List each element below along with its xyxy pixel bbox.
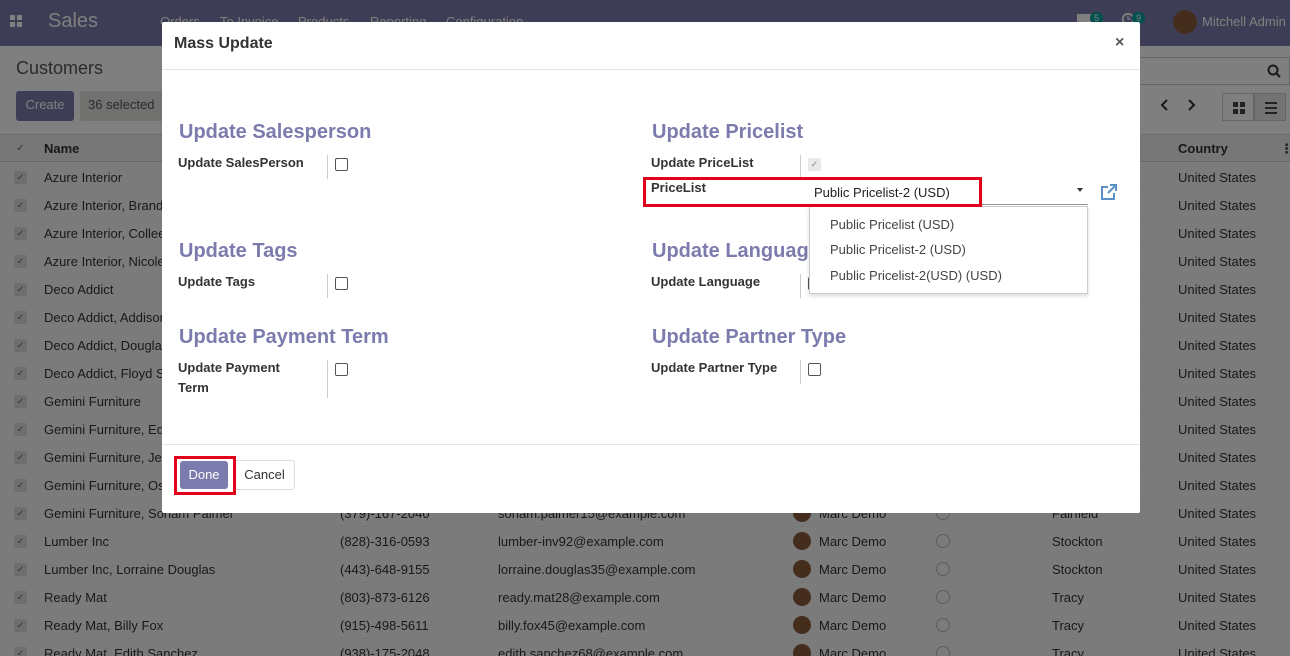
section-partner-type-title: Update Partner Type [652, 326, 847, 348]
update-pricelist-label: Update PriceList [651, 155, 754, 170]
cancel-button[interactable]: Cancel [234, 460, 295, 490]
pricelist-dropdown: Public Pricelist (USD) Public Pricelist-… [809, 206, 1088, 294]
update-payment-term-checkbox[interactable] [335, 363, 348, 376]
field-separator [327, 155, 328, 179]
close-icon[interactable]: × [1115, 34, 1124, 52]
section-pricelist-title: Update Pricelist [652, 121, 804, 143]
modal-title: Mass Update [174, 35, 273, 52]
section-tags-title: Update Tags [179, 240, 298, 262]
field-separator [800, 274, 801, 298]
section-payment-term-title: Update Payment Term [179, 326, 389, 348]
pricelist-option[interactable]: Public Pricelist-2(USD) (USD) [830, 268, 1002, 283]
field-separator [327, 360, 328, 398]
highlight-done [174, 456, 236, 495]
update-pricelist-checkbox[interactable]: ✓ [808, 158, 821, 171]
update-language-label: Update Language [651, 274, 761, 289]
pricelist-option[interactable]: Public Pricelist (USD) [830, 217, 954, 232]
chevron-down-icon [1077, 188, 1083, 192]
field-separator [800, 360, 801, 384]
section-salesperson-title: Update Salesperson [179, 121, 372, 143]
update-payment-term-label-line1: Update Payment [178, 360, 280, 375]
update-salesperson-label: Update SalesPerson [178, 155, 304, 170]
update-salesperson-checkbox[interactable] [335, 158, 348, 171]
pricelist-option[interactable]: Public Pricelist-2 (USD) [830, 242, 966, 257]
update-tags-checkbox[interactable] [335, 277, 348, 290]
update-payment-term-label: Update Payment Term [178, 358, 280, 398]
modal-footer [162, 444, 1140, 513]
mass-update-dialog: Mass Update × Update Salesperson Update … [162, 22, 1140, 513]
highlight-pricelist [643, 177, 982, 207]
update-partner-type-label: Update Partner Type [651, 360, 778, 375]
update-payment-term-label-line2: Term [178, 380, 209, 395]
external-link-icon[interactable] [1099, 182, 1119, 202]
field-separator [800, 155, 801, 179]
update-partner-type-checkbox[interactable] [808, 363, 821, 376]
field-separator [327, 274, 328, 298]
section-language-title: Update Language [652, 240, 820, 262]
modal-header: Mass Update × [162, 22, 1140, 70]
update-tags-label: Update Tags [178, 274, 256, 289]
